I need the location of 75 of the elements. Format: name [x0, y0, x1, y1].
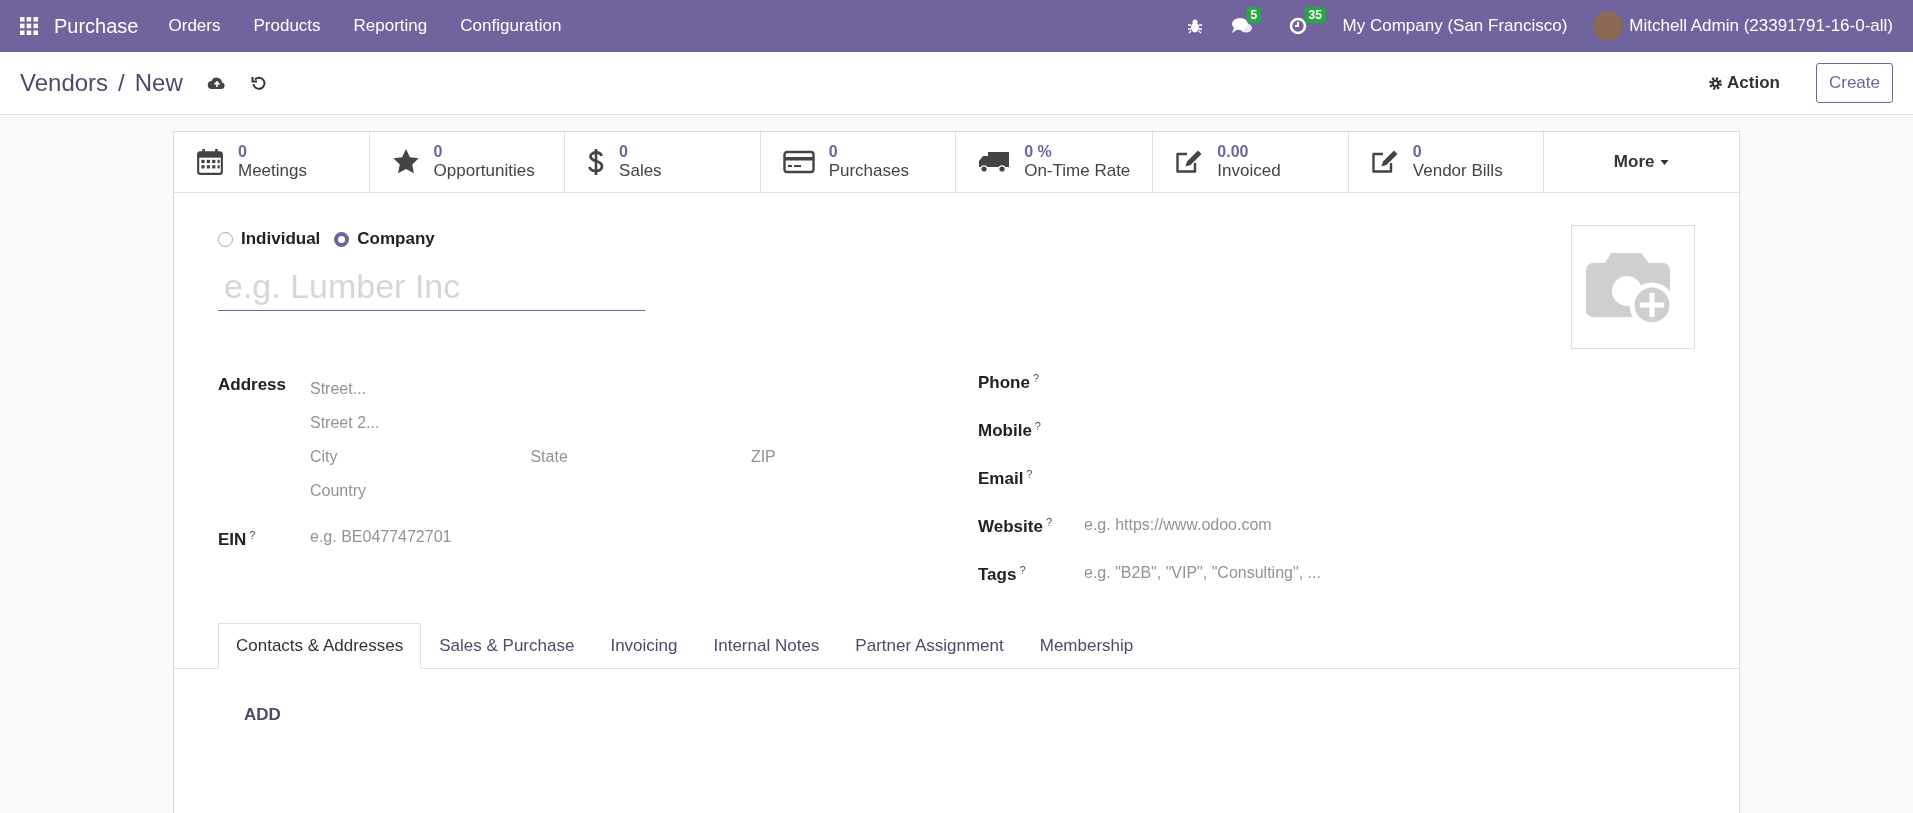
field-label: Email	[978, 469, 1024, 489]
apps-grid-icon[interactable]	[20, 17, 38, 35]
chat-icon[interactable]	[1230, 17, 1253, 35]
text-input[interactable]: e.g. "B2B", "VIP", "Consulting", ...	[1084, 561, 1695, 585]
clock-icon[interactable]	[1288, 17, 1307, 35]
bug-icon[interactable]	[1186, 18, 1203, 34]
calendar-icon	[196, 148, 224, 176]
field-label: Website	[978, 517, 1043, 537]
help-tooltip[interactable]: ?	[1019, 564, 1026, 577]
text-input[interactable]: e.g. https://www.odoo.com	[1084, 513, 1695, 537]
truck-icon	[978, 150, 1011, 174]
field-label: Mobile	[978, 421, 1032, 441]
field-label: EIN	[218, 530, 247, 550]
dollar-icon	[587, 148, 606, 176]
breadcrumb-separator: /	[118, 69, 125, 97]
help-tooltip[interactable]: ?	[1045, 516, 1052, 529]
zip-input[interactable]: ZIP	[750, 445, 972, 469]
breadcrumb-current: New	[134, 69, 183, 97]
notebook-tab[interactable]: Partner Assignment	[837, 623, 1022, 669]
stat-value: 0	[619, 143, 629, 162]
menu-item[interactable]: Orders	[168, 16, 221, 36]
field-label: Phone	[978, 373, 1030, 393]
street2-input[interactable]: Street 2...	[310, 411, 978, 435]
state-input[interactable]: State	[530, 445, 751, 469]
stat-label: Opportunities	[433, 161, 535, 181]
notebook-tab[interactable]: Invoicing	[592, 623, 696, 669]
stat-label: Invoiced	[1217, 161, 1281, 181]
help-tooltip[interactable]: ?	[1034, 420, 1041, 433]
menu-item[interactable]: Reporting	[353, 16, 428, 36]
stat-value: 0.00	[1217, 143, 1250, 162]
notebook-tab[interactable]: Sales & Purchase	[421, 623, 593, 669]
gear-icon	[1708, 75, 1724, 91]
stat-label: On-Time Rate	[1024, 161, 1131, 181]
undo-icon[interactable]	[250, 75, 267, 91]
stat-value: 0	[433, 143, 444, 162]
notebook-tab[interactable]: Membership	[1021, 623, 1152, 669]
message-count-badge: 5	[1246, 7, 1262, 23]
radio-circle[interactable]	[334, 231, 350, 247]
radio-option[interactable]: Company	[334, 229, 435, 249]
stat-value: 0	[828, 143, 839, 162]
cloud-upload-icon[interactable]	[206, 75, 227, 91]
stat-label: Vendor Bills	[1412, 161, 1503, 181]
user-menu[interactable]: Mitchell Admin (23391791-16-0-all)	[1629, 16, 1893, 36]
help-tooltip[interactable]: ?	[249, 529, 256, 541]
credit-card-icon	[782, 150, 815, 174]
activity-count-badge: 35	[1304, 7, 1326, 23]
tax-id-input[interactable]: e.g. BE0477472701	[310, 525, 978, 549]
create-button[interactable]: Create	[1815, 63, 1893, 103]
edit-icon	[1370, 149, 1399, 175]
app-name[interactable]: Purchase	[54, 14, 139, 38]
notebook-tab[interactable]: Internal Notes	[695, 623, 838, 669]
field-label: Address	[218, 374, 288, 395]
edit-icon	[1175, 149, 1204, 175]
menu-item[interactable]: Configuration	[460, 16, 562, 36]
stat-label: Meetings	[238, 161, 307, 181]
company-switcher[interactable]: My Company (San Francisco)	[1342, 16, 1568, 36]
notebook-tab[interactable]: Contacts & Addresses	[218, 623, 422, 669]
radio-option[interactable]: Individual	[218, 229, 321, 249]
help-tooltip[interactable]: ?	[1026, 468, 1033, 481]
add-button[interactable]: ADD	[230, 705, 295, 725]
stat-value: 0 %	[1024, 143, 1053, 162]
city-input[interactable]: City	[310, 445, 531, 469]
stat-label: Sales	[619, 161, 662, 181]
help-tooltip[interactable]: ?	[1032, 372, 1040, 385]
breadcrumb-link[interactable]: Vendors	[20, 69, 109, 97]
field-label: Tags	[978, 565, 1017, 585]
stat-label: Purchases	[828, 161, 909, 181]
menu-item[interactable]: Products	[253, 16, 321, 36]
street-input[interactable]: Street...	[310, 377, 978, 401]
country-input[interactable]: Country	[310, 479, 978, 503]
caret-icon	[1660, 159, 1670, 165]
action-button[interactable]: Action	[1702, 72, 1786, 94]
stat-value: 0	[238, 143, 248, 162]
stat-value: 0	[1412, 143, 1423, 162]
star-icon	[391, 148, 420, 176]
